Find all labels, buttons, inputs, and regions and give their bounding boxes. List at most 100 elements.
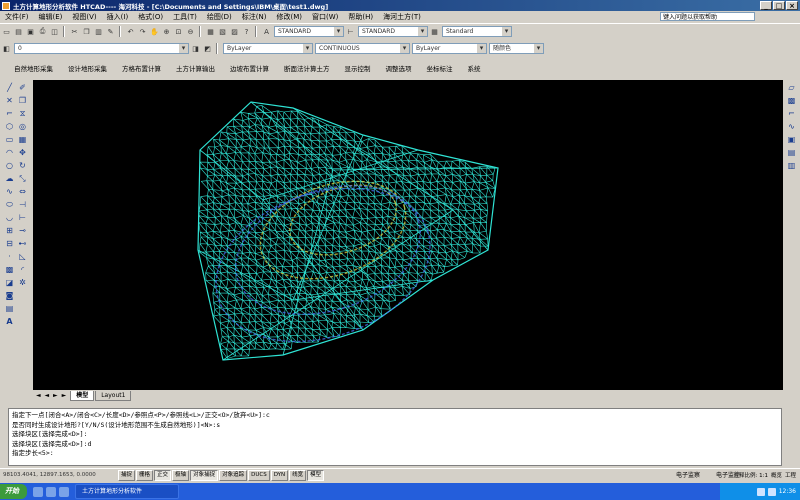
command-window[interactable]: 指定下一点[闭合<A>/闭合<C>/长度<D>/参照点<P>/参照线<L>/正交… [8,408,782,466]
make-block-icon[interactable]: ⊟ [4,238,15,249]
lineweight-toggle[interactable]: 线宽 [289,469,307,481]
break-icon[interactable]: ⊸ [17,225,28,236]
polygon-icon[interactable]: ⬡ [4,121,15,132]
layer-manager-icon[interactable]: ◧ [1,43,12,54]
revision-cloud-icon[interactable]: ☁ [4,173,15,184]
model-toggle[interactable]: 模型 [307,469,325,481]
menu-help[interactable]: 帮助(H) [343,12,378,22]
dyn-toggle[interactable]: DYN [270,469,289,481]
menu-file[interactable]: 文件(F) [0,12,34,22]
ellipse-icon[interactable]: ⬭ [4,199,15,210]
earthwork-menu-item[interactable]: 方格布置计算 [122,63,161,73]
match-properties-icon[interactable]: ✎ [105,26,116,37]
multiline-text-icon[interactable]: A [4,316,15,327]
snap-toggle[interactable]: 捕捉 [118,469,136,481]
plot-style-select[interactable]: 随颜色 [489,43,544,54]
color-select[interactable]: ByLayer [223,43,313,54]
circle-icon[interactable]: ○ [4,160,15,171]
maximize-button[interactable]: □ [773,1,785,10]
menu-tools[interactable]: 工具(T) [168,12,202,22]
preview-icon[interactable]: ◫ [49,26,60,37]
edit-attribute-icon[interactable]: ▣ [786,134,797,145]
rectangle-icon[interactable]: ▭ [4,134,15,145]
menu-edit[interactable]: 编辑(E) [34,12,68,22]
design-center-icon[interactable]: ▧ [217,26,228,37]
menu-format[interactable]: 格式(O) [133,12,168,22]
edit-spline-icon[interactable]: ∿ [786,121,797,132]
earthwork-menu-item[interactable]: 断面法计算土方 [284,63,330,73]
menu-window[interactable]: 窗口(W) [307,12,343,22]
status-item[interactable]: 概览 [771,471,782,479]
tab-nav-arrows[interactable]: ◄ ◄ ► ► [36,392,67,399]
tab-layout1[interactable]: Layout1 [95,390,132,401]
scale-icon[interactable]: ⤡ [17,173,28,184]
minimize-button[interactable]: _ [760,1,772,10]
lineweight-select[interactable]: ByLayer [412,43,487,54]
polyline-icon[interactable]: ⌐ [4,108,15,119]
sync-attributes-icon[interactable]: ▥ [786,160,797,171]
earthwork-menu-item[interactable]: 设计地形采集 [68,63,107,73]
insert-block-icon[interactable]: ⊞ [4,225,15,236]
copy-object-icon[interactable]: ❐ [17,95,28,106]
properties-icon[interactable]: ▦ [205,26,216,37]
earthwork-menu-item[interactable]: 显示控制 [345,63,371,73]
undo-icon[interactable]: ↶ [125,26,136,37]
ducs-toggle[interactable]: DUCS [248,469,270,481]
table-icon[interactable]: ▤ [4,303,15,314]
osnap-toggle[interactable]: 对象捕捉 [190,469,219,481]
copy-icon[interactable]: ❐ [81,26,92,37]
quick-launch-icon[interactable] [33,486,43,497]
paste-icon[interactable]: ▥ [93,26,104,37]
new-icon[interactable]: ▭ [1,26,12,37]
taskbar-app-button[interactable]: 土方计算地形分析软件 [75,484,179,499]
line-icon[interactable]: ╱ [4,82,15,93]
layer-previous-icon[interactable]: ◨ [190,43,201,54]
menu-dimension[interactable]: 标注(N) [237,12,272,22]
quick-launch-icon[interactable] [46,486,56,497]
help-icon[interactable]: ? [241,26,252,37]
polar-toggle[interactable]: 极轴 [172,469,190,481]
make-current-icon[interactable]: ◩ [202,43,213,54]
rotate-icon[interactable]: ↻ [17,160,28,171]
start-button[interactable]: 开始 [0,484,27,499]
menu-draw[interactable]: 绘图(D) [202,12,237,22]
tray-icon[interactable] [756,487,765,496]
tab-model[interactable]: 模型 [70,390,95,401]
menu-insert[interactable]: 插入(I) [102,12,134,22]
dim-style-select[interactable]: STANDARD [358,26,428,37]
trim-icon[interactable]: ⊣ [17,199,28,210]
earthwork-menu-item[interactable]: 坐标标注 [427,63,453,73]
command-prompt[interactable]: 指定步长<5>: [12,449,778,459]
block-attribute-icon[interactable]: ▤ [786,147,797,158]
tray-icon[interactable] [767,487,776,496]
text-style-select[interactable]: STANDARD [274,26,344,37]
linetype-select[interactable]: CONTINUOUS [315,43,410,54]
region-icon[interactable]: ◙ [4,290,15,301]
menu-earthwork[interactable]: 海河土方(T) [378,12,426,22]
redo-icon[interactable]: ↷ [137,26,148,37]
drawing-canvas[interactable] [33,80,783,390]
array-icon[interactable]: ▦ [17,134,28,145]
save-icon[interactable]: ▣ [25,26,36,37]
print-icon[interactable]: ⎙ [37,26,48,37]
explode-icon[interactable]: ✲ [17,277,28,288]
extend-icon[interactable]: ⊢ [17,212,28,223]
erase-icon[interactable]: ✐ [17,82,28,93]
spline-icon[interactable]: ∿ [4,186,15,197]
earthwork-menu-item[interactable]: 土方计算输出 [176,63,215,73]
zoom-icon[interactable]: ⊕ [161,26,172,37]
ortho-toggle[interactable]: 正交 [154,469,172,481]
tool-palettes-icon[interactable]: ▨ [229,26,240,37]
earthwork-menu-item[interactable]: 调整选项 [386,63,412,73]
cut-icon[interactable]: ✂ [69,26,80,37]
join-icon[interactable]: ⊷ [17,238,28,249]
draw-order-icon[interactable]: ▱ [786,82,797,93]
move-icon[interactable]: ✥ [17,147,28,158]
earthwork-menu-item[interactable]: 边坡布置计算 [230,63,269,73]
hatch-icon[interactable]: ▩ [4,264,15,275]
arc-icon[interactable]: ◠ [4,147,15,158]
earthwork-menu-item[interactable]: 系统 [468,63,481,73]
help-search-input[interactable]: 键入问题以获取帮助 [660,12,755,21]
menu-modify[interactable]: 修改(M) [271,12,307,22]
open-icon[interactable]: ▤ [13,26,24,37]
